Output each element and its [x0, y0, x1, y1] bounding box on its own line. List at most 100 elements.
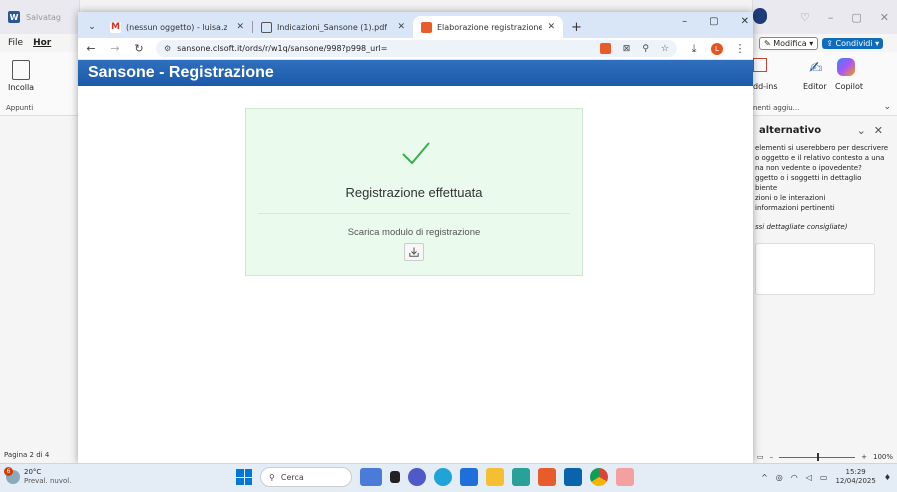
tray-app-icon[interactable]: ◎: [776, 473, 783, 482]
network-app-icon[interactable]: [512, 468, 530, 486]
condividi-label: Condividi: [835, 38, 873, 48]
tab-gmail[interactable]: M (nessun oggetto) - luisa.zocca1 ✕: [102, 16, 252, 38]
apex-app-icon[interactable]: [538, 468, 556, 486]
minimize-icon[interactable]: –: [682, 16, 687, 27]
copilot-icon[interactable]: [837, 58, 855, 76]
pane-controls[interactable]: ⌄✕: [857, 124, 891, 137]
back-button[interactable]: ←: [84, 42, 98, 55]
tab-pdf[interactable]: Indicazioni_Sansone (1).pdf ✕: [253, 16, 413, 38]
modifica-button[interactable]: ✎ Modifica ▾: [759, 36, 819, 50]
alt-text-input[interactable]: [755, 243, 875, 295]
clock[interactable]: 15:29 12/04/2025: [835, 468, 875, 486]
zoom-in-button[interactable]: +: [861, 453, 867, 461]
browser-toolbar: ← → ↻ ⚙ sansone.clsoft.it/ords/r/w1q/san…: [78, 38, 753, 60]
url-text[interactable]: sansone.clsoft.it/ords/r/w1q/sansone/998…: [177, 44, 594, 53]
word-titlebar: W Salvatag: [0, 0, 79, 34]
close-tab-icon[interactable]: ✕: [236, 22, 244, 32]
app-title[interactable]: Sansone - Registrazione: [88, 64, 274, 82]
search-placeholder: Cerca: [280, 472, 304, 482]
word-app-icon[interactable]: W: [8, 11, 20, 23]
file-explorer-icon[interactable]: [486, 468, 504, 486]
apex-icon: [421, 21, 432, 33]
new-tab-button[interactable]: +: [563, 16, 590, 38]
editor-icon[interactable]: ✍: [809, 58, 825, 77]
forward-button[interactable]: →: [108, 42, 122, 55]
reload-button[interactable]: ↻: [132, 42, 146, 55]
widgets-app-icon[interactable]: [360, 468, 382, 486]
active-app-icon[interactable]: [616, 468, 634, 486]
copilot-label[interactable]: Copilot: [835, 82, 863, 91]
alt-desc-line: biente: [755, 184, 778, 192]
maximize-icon[interactable]: ▢: [709, 16, 718, 27]
alt-text-pane: alternativo ⌄✕ elementi si userebbero pe…: [753, 116, 897, 295]
minimize-icon[interactable]: –: [828, 11, 834, 24]
notification-bell-icon[interactable]: ♦: [884, 473, 891, 482]
start-icon[interactable]: [236, 469, 252, 485]
zoom-out-button[interactable]: –: [770, 453, 774, 461]
menu-icon[interactable]: ⋮: [733, 42, 747, 55]
zoom-bar: ▭ – + 100%: [757, 452, 893, 461]
tab-search-button[interactable]: ⌄: [82, 16, 102, 38]
close-tab-icon[interactable]: ✕: [397, 22, 405, 32]
alt-text-hint: ssi dettagliate consigliate): [755, 223, 848, 231]
autosave-label[interactable]: Salvatag: [26, 13, 61, 22]
word-window-right: ♡ – ▢ ✕ ✎ Modifica ▾ ⇪ Condividi ▾ dd-in…: [752, 0, 897, 463]
battery-icon[interactable]: ▭: [820, 473, 828, 482]
tools-group-label: nenti aggiu...: [753, 104, 800, 112]
addins-icon[interactable]: [753, 58, 767, 72]
download-icon[interactable]: ⤓: [687, 42, 701, 56]
edge-icon[interactable]: [434, 468, 452, 486]
address-bar[interactable]: ⚙ sansone.clsoft.it/ords/r/w1q/sansone/9…: [156, 40, 677, 57]
task-view-icon[interactable]: [390, 471, 400, 483]
menu-file[interactable]: File: [8, 38, 23, 48]
editor-label[interactable]: Editor: [803, 82, 827, 91]
user-avatar[interactable]: [753, 8, 767, 24]
tab-registration[interactable]: Elaborazione registrazione ✕: [413, 16, 563, 38]
page-content: Registrazione effettuata Scarica modulo …: [78, 86, 753, 463]
screen-cast-icon[interactable]: ⊠: [623, 44, 631, 54]
extension-icon[interactable]: [599, 43, 611, 54]
location-icon[interactable]: ⚲: [642, 44, 649, 54]
omnibox-icons: ⊠ ⚲ ☆: [599, 43, 669, 54]
zoom-level[interactable]: 100%: [873, 453, 893, 461]
close-icon[interactable]: ✕: [741, 16, 749, 27]
download-form-button[interactable]: [404, 243, 424, 261]
chevron-up-icon[interactable]: ^: [761, 473, 768, 482]
word-window-controls: ♡ – ▢ ✕: [753, 0, 897, 34]
menu-home[interactable]: Hor: [33, 38, 51, 48]
focus-icon[interactable]: ▭: [757, 453, 764, 461]
condividi-button[interactable]: ⇪ Condividi ▾: [822, 37, 884, 49]
word-menu: File Hor: [0, 34, 79, 52]
page-status[interactable]: Pagina 2 di 4: [4, 451, 49, 459]
site-info-icon[interactable]: ⚙: [164, 44, 171, 53]
addins-label[interactable]: dd-ins: [753, 82, 778, 91]
store-icon[interactable]: [460, 468, 478, 486]
chevron-down-icon[interactable]: ⌄: [883, 102, 891, 112]
browser-window: ⌄ M (nessun oggetto) - luisa.zocca1 ✕ In…: [78, 12, 753, 463]
success-message: Registrazione effettuata: [345, 185, 483, 200]
restore-icon[interactable]: ▢: [851, 11, 861, 24]
weather-widget[interactable]: 6 20°C Preval. nuvol.: [4, 467, 72, 486]
weather-description: Preval. nuvol.: [24, 477, 72, 485]
taskbar-search[interactable]: ⚲ Cerca: [260, 467, 352, 487]
close-tab-icon[interactable]: ✕: [547, 22, 555, 32]
paste-icon[interactable]: [12, 60, 30, 80]
divider: [258, 213, 570, 214]
lightbulb-icon[interactable]: ♡: [800, 11, 810, 24]
download-label: Scarica modulo di registrazione: [347, 227, 481, 238]
wifi-icon[interactable]: ◠: [791, 473, 798, 482]
modifica-label: Modifica: [773, 38, 807, 48]
teams-icon[interactable]: [408, 468, 426, 486]
zoom-slider-thumb[interactable]: [817, 452, 820, 461]
chrome-icon[interactable]: [590, 468, 608, 486]
bookmark-star-icon[interactable]: ☆: [661, 44, 669, 54]
zoom-slider[interactable]: [779, 452, 856, 461]
close-icon[interactable]: ✕: [880, 11, 889, 24]
volume-icon[interactable]: ◁: [806, 473, 812, 482]
gmail-icon: M: [110, 21, 121, 33]
notification-badge: 6: [4, 467, 13, 476]
clipboard-group-label: Appunti: [6, 104, 34, 112]
outlook-icon[interactable]: [564, 468, 582, 486]
paste-label[interactable]: Incolla: [8, 83, 73, 92]
profile-avatar[interactable]: L: [711, 42, 723, 55]
